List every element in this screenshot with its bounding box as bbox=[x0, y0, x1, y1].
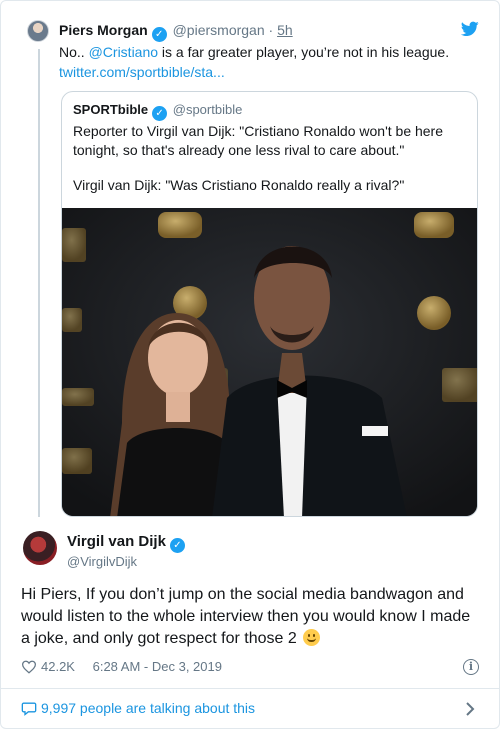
reply-author-handle[interactable]: @piersmorgan bbox=[173, 22, 265, 38]
info-icon[interactable]: i bbox=[463, 659, 479, 675]
quoted-paragraph-2: Virgil van Dijk: "Was Cristiano Ronaldo … bbox=[73, 177, 405, 193]
quoted-paragraph-1: Reporter to Virgil van Dijk: "Cristiano … bbox=[73, 123, 444, 158]
reply-context-header: Piers Morgan ✓ @piersmorgan · 5h bbox=[59, 22, 293, 42]
virgil-van-dijk-avatar[interactable] bbox=[23, 531, 57, 565]
tweet-author-name: Virgil van Dijk ✓ bbox=[67, 533, 187, 553]
verified-badge-icon: ✓ bbox=[169, 538, 185, 553]
thread-connector-line bbox=[38, 49, 40, 517]
reply-context-text: No.. @Cristiano is a far greater player,… bbox=[59, 42, 479, 82]
speech-bubble-icon bbox=[21, 702, 37, 716]
quoted-author-name[interactable]: SPORTbible bbox=[73, 102, 148, 117]
tweet-body: Hi Piers, If you don’t jump on the socia… bbox=[21, 586, 471, 647]
footer-divider bbox=[1, 688, 499, 689]
smiling-face-emoji-icon bbox=[303, 629, 321, 646]
reply-text-start: No.. bbox=[59, 44, 89, 60]
conversation-footer[interactable]: 9,997 people are talking about this bbox=[21, 700, 481, 716]
verified-badge-icon: ✓ bbox=[151, 27, 167, 42]
reply-timestamp[interactable]: 5h bbox=[277, 22, 293, 38]
tweet-text: Hi Piers, If you don’t jump on the socia… bbox=[21, 584, 481, 650]
piers-morgan-avatar[interactable] bbox=[27, 20, 49, 42]
quoted-tweet-photo[interactable] bbox=[62, 208, 477, 516]
heart-icon[interactable] bbox=[21, 660, 37, 674]
chevron-right-icon[interactable] bbox=[465, 701, 475, 717]
tweet-author-handle[interactable]: @VirgilvDijk bbox=[67, 554, 137, 569]
red-carpet-photo-illustration bbox=[62, 208, 477, 516]
mention-link[interactable]: @Cristiano bbox=[89, 44, 158, 60]
embedded-tweet-card: Piers Morgan ✓ @piersmorgan · 5h No.. @Cr… bbox=[0, 0, 500, 729]
separator-dot: · bbox=[268, 22, 274, 38]
reply-text-end: is a far greater player, you’re not in h… bbox=[158, 44, 450, 60]
tweet-metadata: 42.2K 6:28 AM - Dec 3, 2019 bbox=[21, 659, 481, 674]
reply-author-name[interactable]: Piers Morgan bbox=[59, 22, 148, 38]
quoted-tweet-header: SPORTbible ✓ @sportbible bbox=[73, 102, 242, 121]
quoted-author-handle[interactable]: @sportbible bbox=[173, 102, 243, 117]
verified-badge-icon: ✓ bbox=[152, 106, 168, 121]
twitter-bird-icon[interactable] bbox=[461, 21, 479, 37]
tweet-timestamp[interactable]: 6:28 AM - Dec 3, 2019 bbox=[93, 659, 222, 674]
talking-count-text[interactable]: 9,997 people are talking about this bbox=[41, 700, 255, 716]
quoted-tweet[interactable]: SPORTbible ✓ @sportbible Reporter to Virg… bbox=[61, 91, 478, 517]
like-count[interactable]: 42.2K bbox=[41, 659, 75, 674]
author-name-text[interactable]: Virgil van Dijk bbox=[67, 533, 166, 550]
quoted-tweet-text: Reporter to Virgil van Dijk: "Cristiano … bbox=[73, 122, 468, 211]
quoted-tweet-link[interactable]: twitter.com/sportbible/sta... bbox=[59, 64, 225, 80]
